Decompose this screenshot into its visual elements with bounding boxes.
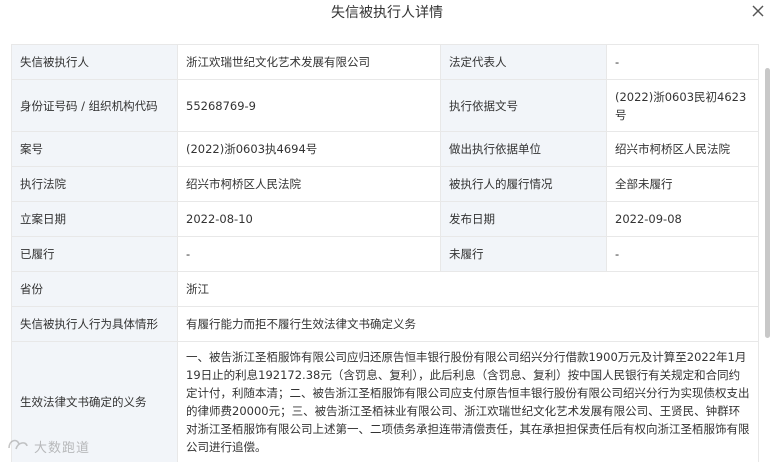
field-label: 立案日期	[11, 201, 178, 237]
field-label: 执行依据文号	[440, 79, 607, 132]
field-value: 浙江欢瑞世纪文化艺术发展有限公司	[177, 44, 441, 80]
table-row: 生效法律文书确定的义务 一、被告浙江圣栢服饰有限公司应归还原告恒丰银行股份有限公…	[11, 341, 759, 462]
field-value: 绍兴市柯桥区人民法院	[177, 166, 441, 202]
field-value: -	[606, 236, 759, 272]
table-row: 执行法院 绍兴市柯桥区人民法院 被执行人的履行情况 全部未履行	[11, 166, 759, 202]
watermark-logo-icon	[6, 436, 30, 456]
field-label: 失信被执行人行为具体情形	[11, 306, 178, 342]
field-label: 执行法院	[11, 166, 178, 202]
table-row: 案号 (2022)浙0603执4694号 做出执行依据单位 绍兴市柯桥区人民法院	[11, 131, 759, 167]
field-value: -	[606, 44, 759, 80]
watermark: 大数跑道	[6, 436, 90, 456]
table-row: 身份证号码 / 组织机构代码 55268769-9 执行依据文号 (2022)浙…	[11, 79, 759, 132]
field-label: 法定代表人	[440, 44, 607, 80]
field-value: (2022)浙0603民初4623号	[606, 79, 759, 132]
table-row: 失信被执行人 浙江欢瑞世纪文化艺术发展有限公司 法定代表人 -	[11, 44, 759, 80]
modal-header: 失信被执行人详情	[0, 0, 774, 24]
field-value: 全部未履行	[606, 166, 759, 202]
field-label: 省份	[11, 271, 178, 307]
field-value: 有履行能力而拒不履行生效法律文书确定义务	[177, 306, 759, 342]
watermark-text: 大数跑道	[34, 440, 91, 456]
field-label: 案号	[11, 131, 178, 167]
field-value: -	[177, 236, 441, 272]
field-label: 未履行	[440, 236, 607, 272]
field-value: 55268769-9	[177, 79, 441, 132]
close-icon[interactable]	[748, 1, 768, 21]
field-value: 浙江	[177, 271, 759, 307]
field-label: 身份证号码 / 组织机构代码	[11, 79, 178, 132]
table-row: 失信被执行人行为具体情形 有履行能力而拒不履行生效法律文书确定义务	[11, 306, 759, 342]
table-row: 立案日期 2022-08-10 发布日期 2022-09-08	[11, 201, 759, 237]
field-label: 失信被执行人	[11, 44, 178, 80]
table-row: 省份 浙江	[11, 271, 759, 307]
field-label: 已履行	[11, 236, 178, 272]
scrollbar[interactable]	[765, 68, 770, 368]
detail-content: 失信被执行人 浙江欢瑞世纪文化艺术发展有限公司 法定代表人 - 身份证号码 / …	[0, 24, 774, 462]
field-label: 发布日期	[440, 201, 607, 237]
field-label: 被执行人的履行情况	[440, 166, 607, 202]
scrollbar-thumb[interactable]	[765, 68, 770, 338]
field-value: 一、被告浙江圣栢服饰有限公司应归还原告恒丰银行股份有限公司绍兴分行借款1900万…	[177, 341, 759, 462]
table-row: 已履行 - 未履行 -	[11, 236, 759, 272]
field-value: 2022-09-08	[606, 201, 759, 237]
field-label: 做出执行依据单位	[440, 131, 607, 167]
field-value: 2022-08-10	[177, 201, 441, 237]
detail-table: 失信被执行人 浙江欢瑞世纪文化艺术发展有限公司 法定代表人 - 身份证号码 / …	[11, 44, 759, 462]
field-value: (2022)浙0603执4694号	[177, 131, 441, 167]
modal-title: 失信被执行人详情	[331, 5, 443, 21]
field-value: 绍兴市柯桥区人民法院	[606, 131, 759, 167]
